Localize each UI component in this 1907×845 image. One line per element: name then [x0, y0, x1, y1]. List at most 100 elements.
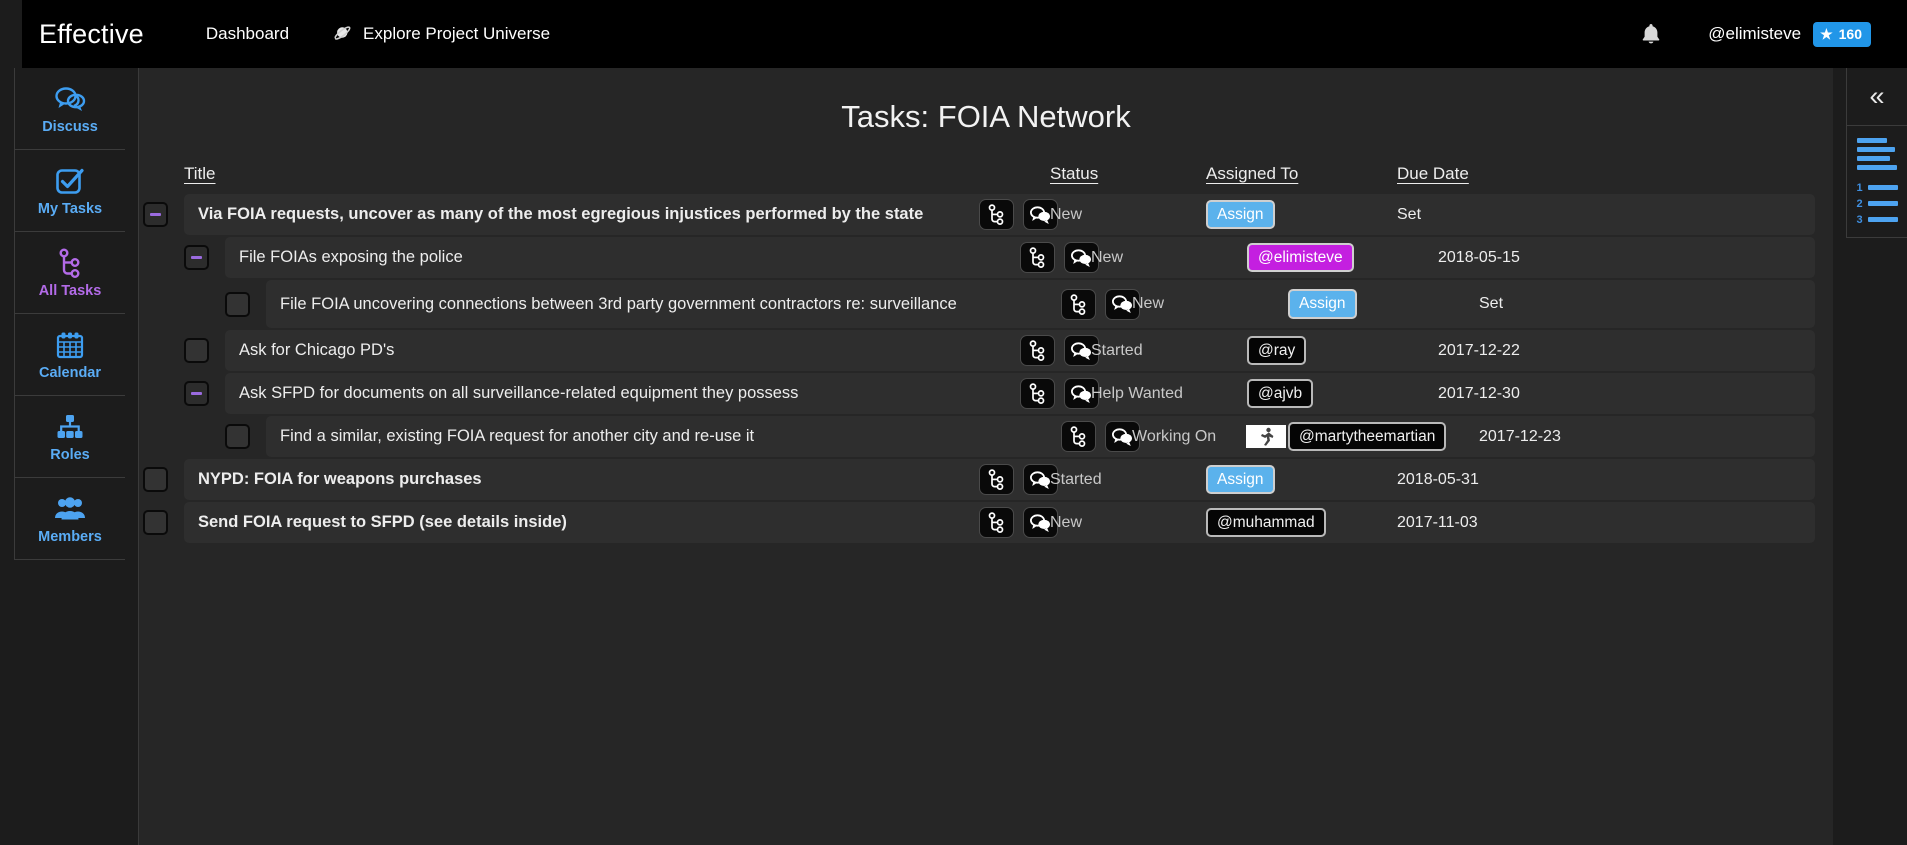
row-collapse-toggle[interactable]	[143, 202, 168, 227]
assign-button[interactable]: Assign	[1206, 464, 1275, 495]
row-complete-checkbox[interactable]	[143, 510, 168, 535]
status-text[interactable]: New	[1132, 295, 1164, 313]
app-brand-logo[interactable]: Effective	[39, 19, 144, 50]
table-row: File FOIAs exposing the police New @elimis…	[139, 237, 1833, 278]
sidebar-item-all-tasks[interactable]: All Tasks	[14, 232, 125, 314]
task-title: NYPD: FOIA for weapons purchases	[198, 470, 482, 489]
due-date[interactable]: 2017-12-30	[1438, 385, 1520, 403]
table-row: Find a similar, existing FOIA request fo…	[139, 416, 1833, 457]
due-date[interactable]: Set	[1397, 206, 1421, 224]
row-collapse-toggle[interactable]	[184, 245, 209, 270]
assignee-cell: Assign	[1288, 289, 1357, 319]
status-text[interactable]: New	[1091, 249, 1123, 267]
status-text[interactable]: Working On	[1132, 428, 1216, 446]
task-row-body[interactable]: NYPD: FOIA for weapons purchases Started A…	[184, 459, 1815, 500]
row-complete-checkbox[interactable]	[143, 467, 168, 492]
status-text[interactable]: New	[1050, 514, 1082, 532]
assign-button[interactable]: Assign	[1206, 199, 1275, 230]
due-date[interactable]: 2017-12-22	[1438, 342, 1520, 360]
nav-explore-label: Explore Project Universe	[363, 24, 551, 43]
assignee-cell: Assign	[1206, 199, 1275, 230]
assignee-badge[interactable]: @martytheemartian	[1288, 421, 1447, 452]
column-header-assigned-to[interactable]: Assigned To	[1206, 164, 1298, 184]
assignee-badge[interactable]: @elimisteve	[1247, 242, 1354, 273]
task-row-body[interactable]: Send FOIA request to SFPD (see details i…	[184, 502, 1815, 543]
task-title: Via FOIA requests, uncover as many of th…	[198, 205, 924, 224]
row-complete-checkbox[interactable]	[225, 291, 250, 317]
bell-icon[interactable]	[1634, 17, 1668, 51]
task-title: File FOIA uncovering connections between…	[280, 294, 957, 313]
planet-icon	[331, 22, 356, 47]
sidebar-item-discuss[interactable]: Discuss	[14, 68, 125, 150]
branch-tree-icon[interactable]	[979, 464, 1014, 495]
assignee-cell: @martytheemartian	[1288, 421, 1447, 452]
table-row: Via FOIA requests, uncover as many of th…	[139, 194, 1833, 235]
collapse-sidebar-button[interactable]: «	[1846, 68, 1907, 126]
task-row-body[interactable]: Find a similar, existing FOIA request fo…	[266, 416, 1815, 457]
column-header-status[interactable]: Status	[1050, 164, 1098, 184]
due-date[interactable]: 2017-12-23	[1479, 428, 1561, 446]
numbered-list-icon[interactable]: 1 2 3	[1857, 182, 1898, 226]
row-action-buttons	[1061, 421, 1140, 452]
due-date[interactable]: Set	[1479, 295, 1503, 313]
sidebar-item-my-tasks[interactable]: My Tasks	[14, 150, 125, 232]
task-title: Ask SFPD for documents on all surveillan…	[239, 384, 799, 403]
nav-link-dashboard[interactable]: Dashboard	[206, 24, 289, 44]
row-action-buttons	[1020, 242, 1099, 273]
sidebar-item-roles[interactable]: Roles	[14, 396, 125, 478]
due-date[interactable]: 2017-11-03	[1397, 514, 1478, 532]
due-date[interactable]: 2018-05-15	[1438, 249, 1520, 267]
task-row-body[interactable]: Ask for Chicago PD's Started @ray 2017-12-2…	[225, 330, 1815, 371]
branch-tree-icon[interactable]	[1061, 288, 1096, 320]
task-row-body[interactable]: Ask SFPD for documents on all surveillan…	[225, 373, 1815, 414]
row-action-buttons	[1020, 335, 1099, 366]
branch-tree-icon[interactable]	[1020, 335, 1055, 366]
numbered-list-digit-3: 3	[1856, 213, 1863, 226]
row-complete-checkbox[interactable]	[184, 338, 209, 363]
branch-tree-icon[interactable]	[1020, 378, 1055, 409]
column-header-due-date[interactable]: Due Date	[1397, 164, 1469, 184]
nav-link-explore-project-universe[interactable]: Explore Project Universe	[334, 24, 550, 44]
status-text[interactable]: Started	[1091, 342, 1143, 360]
assignee-badge[interactable]: @ray	[1247, 335, 1307, 366]
sidebar-item-calendar-label: Calendar	[38, 364, 102, 381]
sidebar-item-my-tasks-label: My Tasks	[37, 200, 103, 217]
sidebar-item-calendar[interactable]: Calendar	[14, 314, 125, 396]
assignee-cell: Assign	[1206, 464, 1275, 495]
status-text[interactable]: New	[1050, 206, 1082, 224]
right-sidebar-rail	[1833, 68, 1846, 845]
sidebar-item-discuss-label: Discuss	[42, 118, 98, 135]
sidebar-item-members-label: Members	[38, 528, 102, 545]
user-score-badge[interactable]: ★ 160	[1813, 21, 1871, 47]
branch-tree-icon[interactable]	[979, 507, 1014, 538]
column-header-title[interactable]: Title	[184, 164, 216, 184]
assignee-cell: @ajvb	[1247, 378, 1314, 409]
row-collapse-toggle[interactable]	[184, 381, 209, 406]
page-title: Tasks: FOIA Network	[841, 99, 1131, 134]
minus-icon	[150, 213, 161, 216]
org-chart-icon	[53, 411, 87, 443]
branch-tree-icon[interactable]	[1020, 242, 1055, 273]
status-text[interactable]: Started	[1050, 471, 1102, 489]
row-action-buttons	[1020, 378, 1099, 409]
status-text[interactable]: Help Wanted	[1091, 385, 1183, 403]
bullet-list-icon[interactable]	[1857, 137, 1897, 170]
assign-button[interactable]: Assign	[1288, 289, 1357, 319]
branch-tree-icon[interactable]	[979, 199, 1014, 230]
calendar-icon	[53, 329, 87, 361]
task-row-body[interactable]: File FOIA uncovering connections between…	[266, 280, 1815, 328]
user-score-value: 160	[1838, 26, 1862, 42]
right-sidebar: « 1 2 3	[1833, 68, 1907, 845]
task-row-body[interactable]: File FOIAs exposing the police New @elimis…	[225, 237, 1815, 278]
branch-tree-icon[interactable]	[1061, 421, 1096, 452]
task-rows-container: Via FOIA requests, uncover as many of th…	[139, 194, 1833, 543]
assignee-badge[interactable]: @ajvb	[1247, 378, 1314, 409]
current-username[interactable]: @elimisteve	[1708, 24, 1801, 44]
row-complete-checkbox[interactable]	[225, 424, 250, 449]
sidebar-item-members[interactable]: Members	[14, 478, 125, 560]
view-mode-buttons: 1 2 3	[1846, 126, 1907, 238]
top-navigation-bar: Effective Dashboard Explore Project Univ…	[0, 0, 1907, 68]
due-date[interactable]: 2018-05-31	[1397, 471, 1479, 489]
assignee-badge[interactable]: @muhammad	[1206, 507, 1326, 538]
task-row-body[interactable]: Via FOIA requests, uncover as many of th…	[184, 194, 1815, 235]
